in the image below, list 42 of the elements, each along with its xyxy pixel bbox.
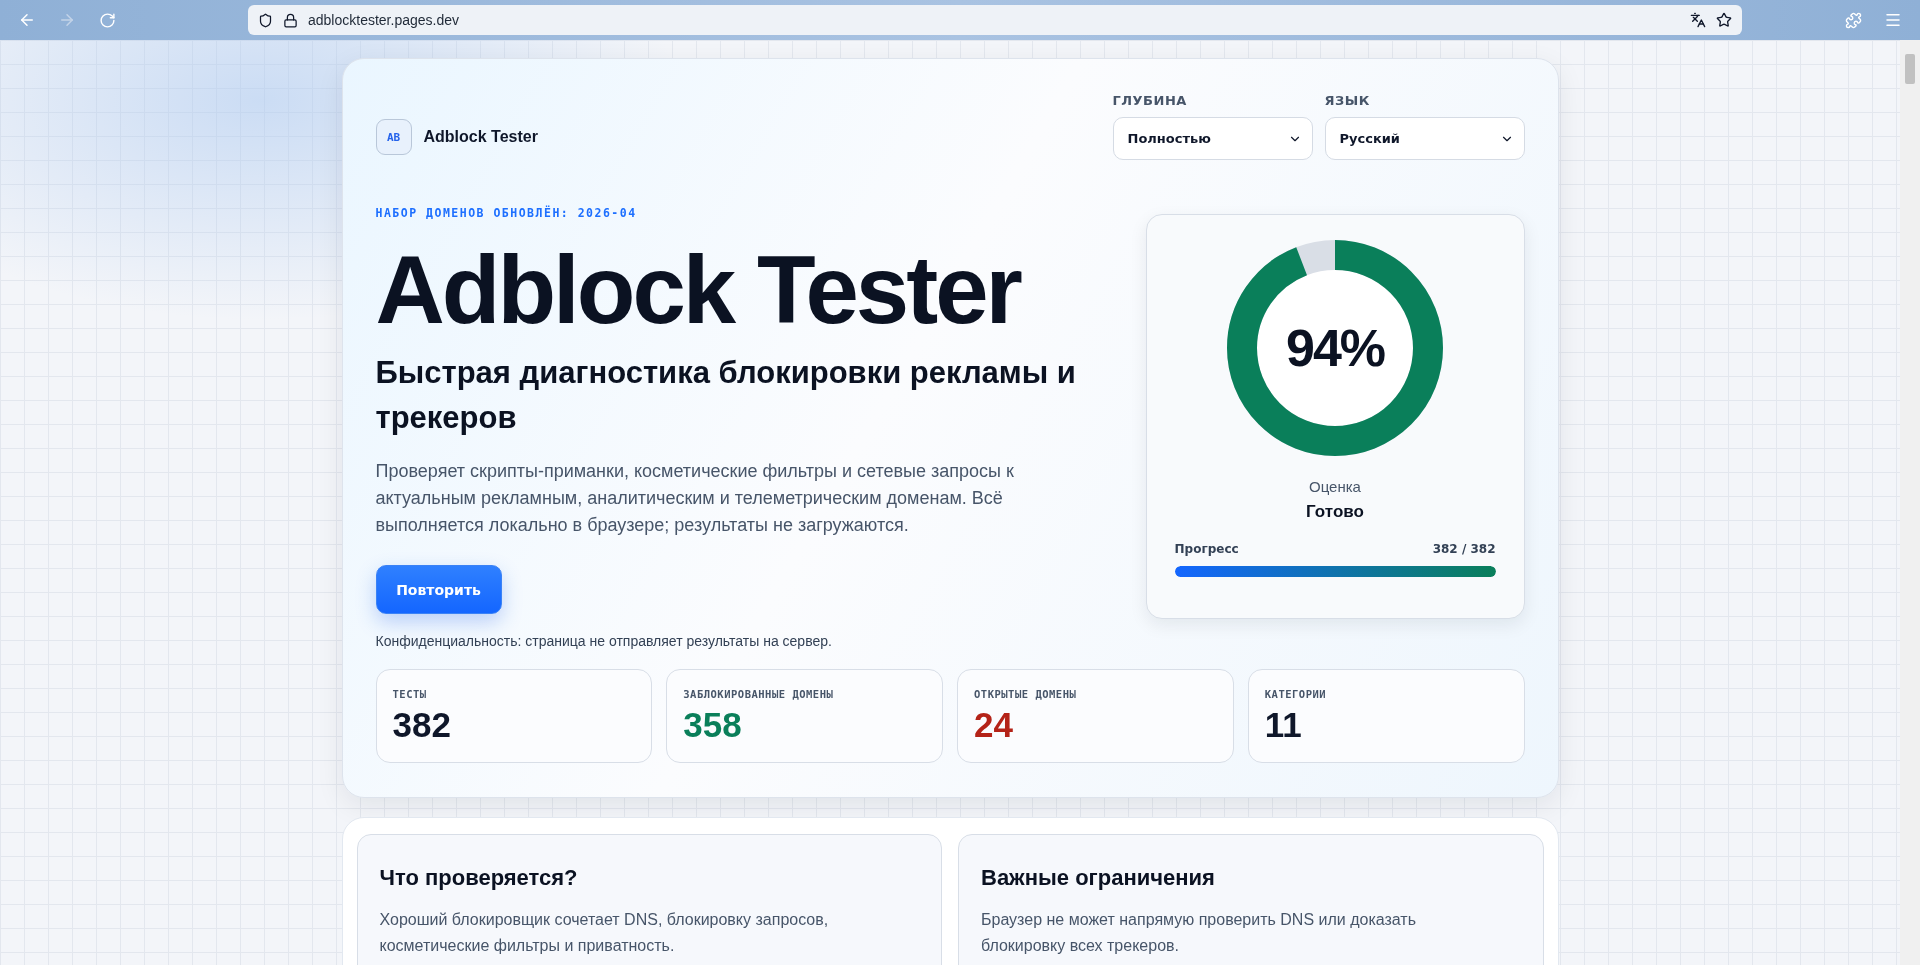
score-value: 94% — [1285, 318, 1385, 378]
repeat-button[interactable]: Повторить — [375, 565, 502, 614]
info-text: Браузер не может напрямую проверить DNS или доказать блокировку всех трекеров. — [981, 910, 1418, 956]
scrollbar[interactable] — [1900, 40, 1920, 965]
translate-icon[interactable] — [1690, 12, 1706, 28]
url-text: adblocktester.pages.dev — [308, 12, 460, 28]
stat-value: 358 — [683, 705, 743, 745]
score-status: Готово — [1306, 502, 1364, 522]
stat-label: ОТКРЫТЫЕ ДОМЕНЫ — [974, 688, 1078, 700]
stat-value: 24 — [974, 705, 1014, 745]
select-label: ГЛУБИНА — [1112, 93, 1188, 108]
stat-label: ТЕСТЫ — [392, 688, 428, 700]
reload-icon — [98, 11, 116, 29]
shield-icon — [258, 12, 273, 28]
stat-value: 11 — [1264, 705, 1303, 745]
forward-icon — [58, 11, 76, 29]
select-dropdown[interactable]: Полностью — [1112, 117, 1313, 160]
page-title: Adblock Tester — [375, 238, 1022, 342]
brand-name: Adblock Tester — [423, 128, 538, 146]
logo-badge: AB — [375, 119, 412, 155]
info-text: Хороший блокировщик сочетает DNS, блокировку запросов, косметические фильтры и приватность. — [379, 910, 830, 956]
privacy-note: Конфиденциальность: страница не отправляет результаты на сервер. — [375, 633, 833, 649]
address-bar[interactable]: adblocktester.pages.dev — [248, 5, 1742, 35]
score-label: Оценка — [1309, 478, 1361, 495]
star-icon[interactable] — [1716, 12, 1732, 28]
select-dropdown[interactable]: Русский — [1324, 117, 1525, 160]
page-subtitle: Быстрая диагностика блокировки рекламы и трекеров — [375, 354, 1077, 437]
menu-icon — [1884, 11, 1902, 29]
progress-label: Прогресс — [1174, 542, 1239, 556]
scrollbar-thumb[interactable] — [1905, 54, 1915, 84]
info-title: Важные ограничения — [981, 865, 1216, 891]
info-title: Что проверяется? — [379, 865, 579, 891]
select-label: ЯЗЫК — [1324, 93, 1371, 108]
progress-count: 382 / 382 — [1432, 542, 1496, 556]
stat-label: КАТЕГОРИИ — [1264, 688, 1328, 700]
stat-value: 382 — [392, 705, 452, 745]
lock-icon — [283, 12, 298, 28]
stat-label: ЗАБЛОКИРОВАННЫЕ ДОМЕНЫ — [683, 688, 835, 700]
puzzle-icon — [1844, 11, 1862, 29]
update-note: НАБОР ДОМЕНОВ ОБНОВЛЁН: 2026-04 — [375, 206, 638, 220]
back-icon — [18, 11, 36, 29]
description-text: Проверяет скрипты-приманки, косметические фильтры и сетевые запросы к актуальным рекламным, аналитическим и телеметрическим доменам. Всё выполняется локально в браузере; результаты не загружаются. — [375, 460, 1015, 537]
